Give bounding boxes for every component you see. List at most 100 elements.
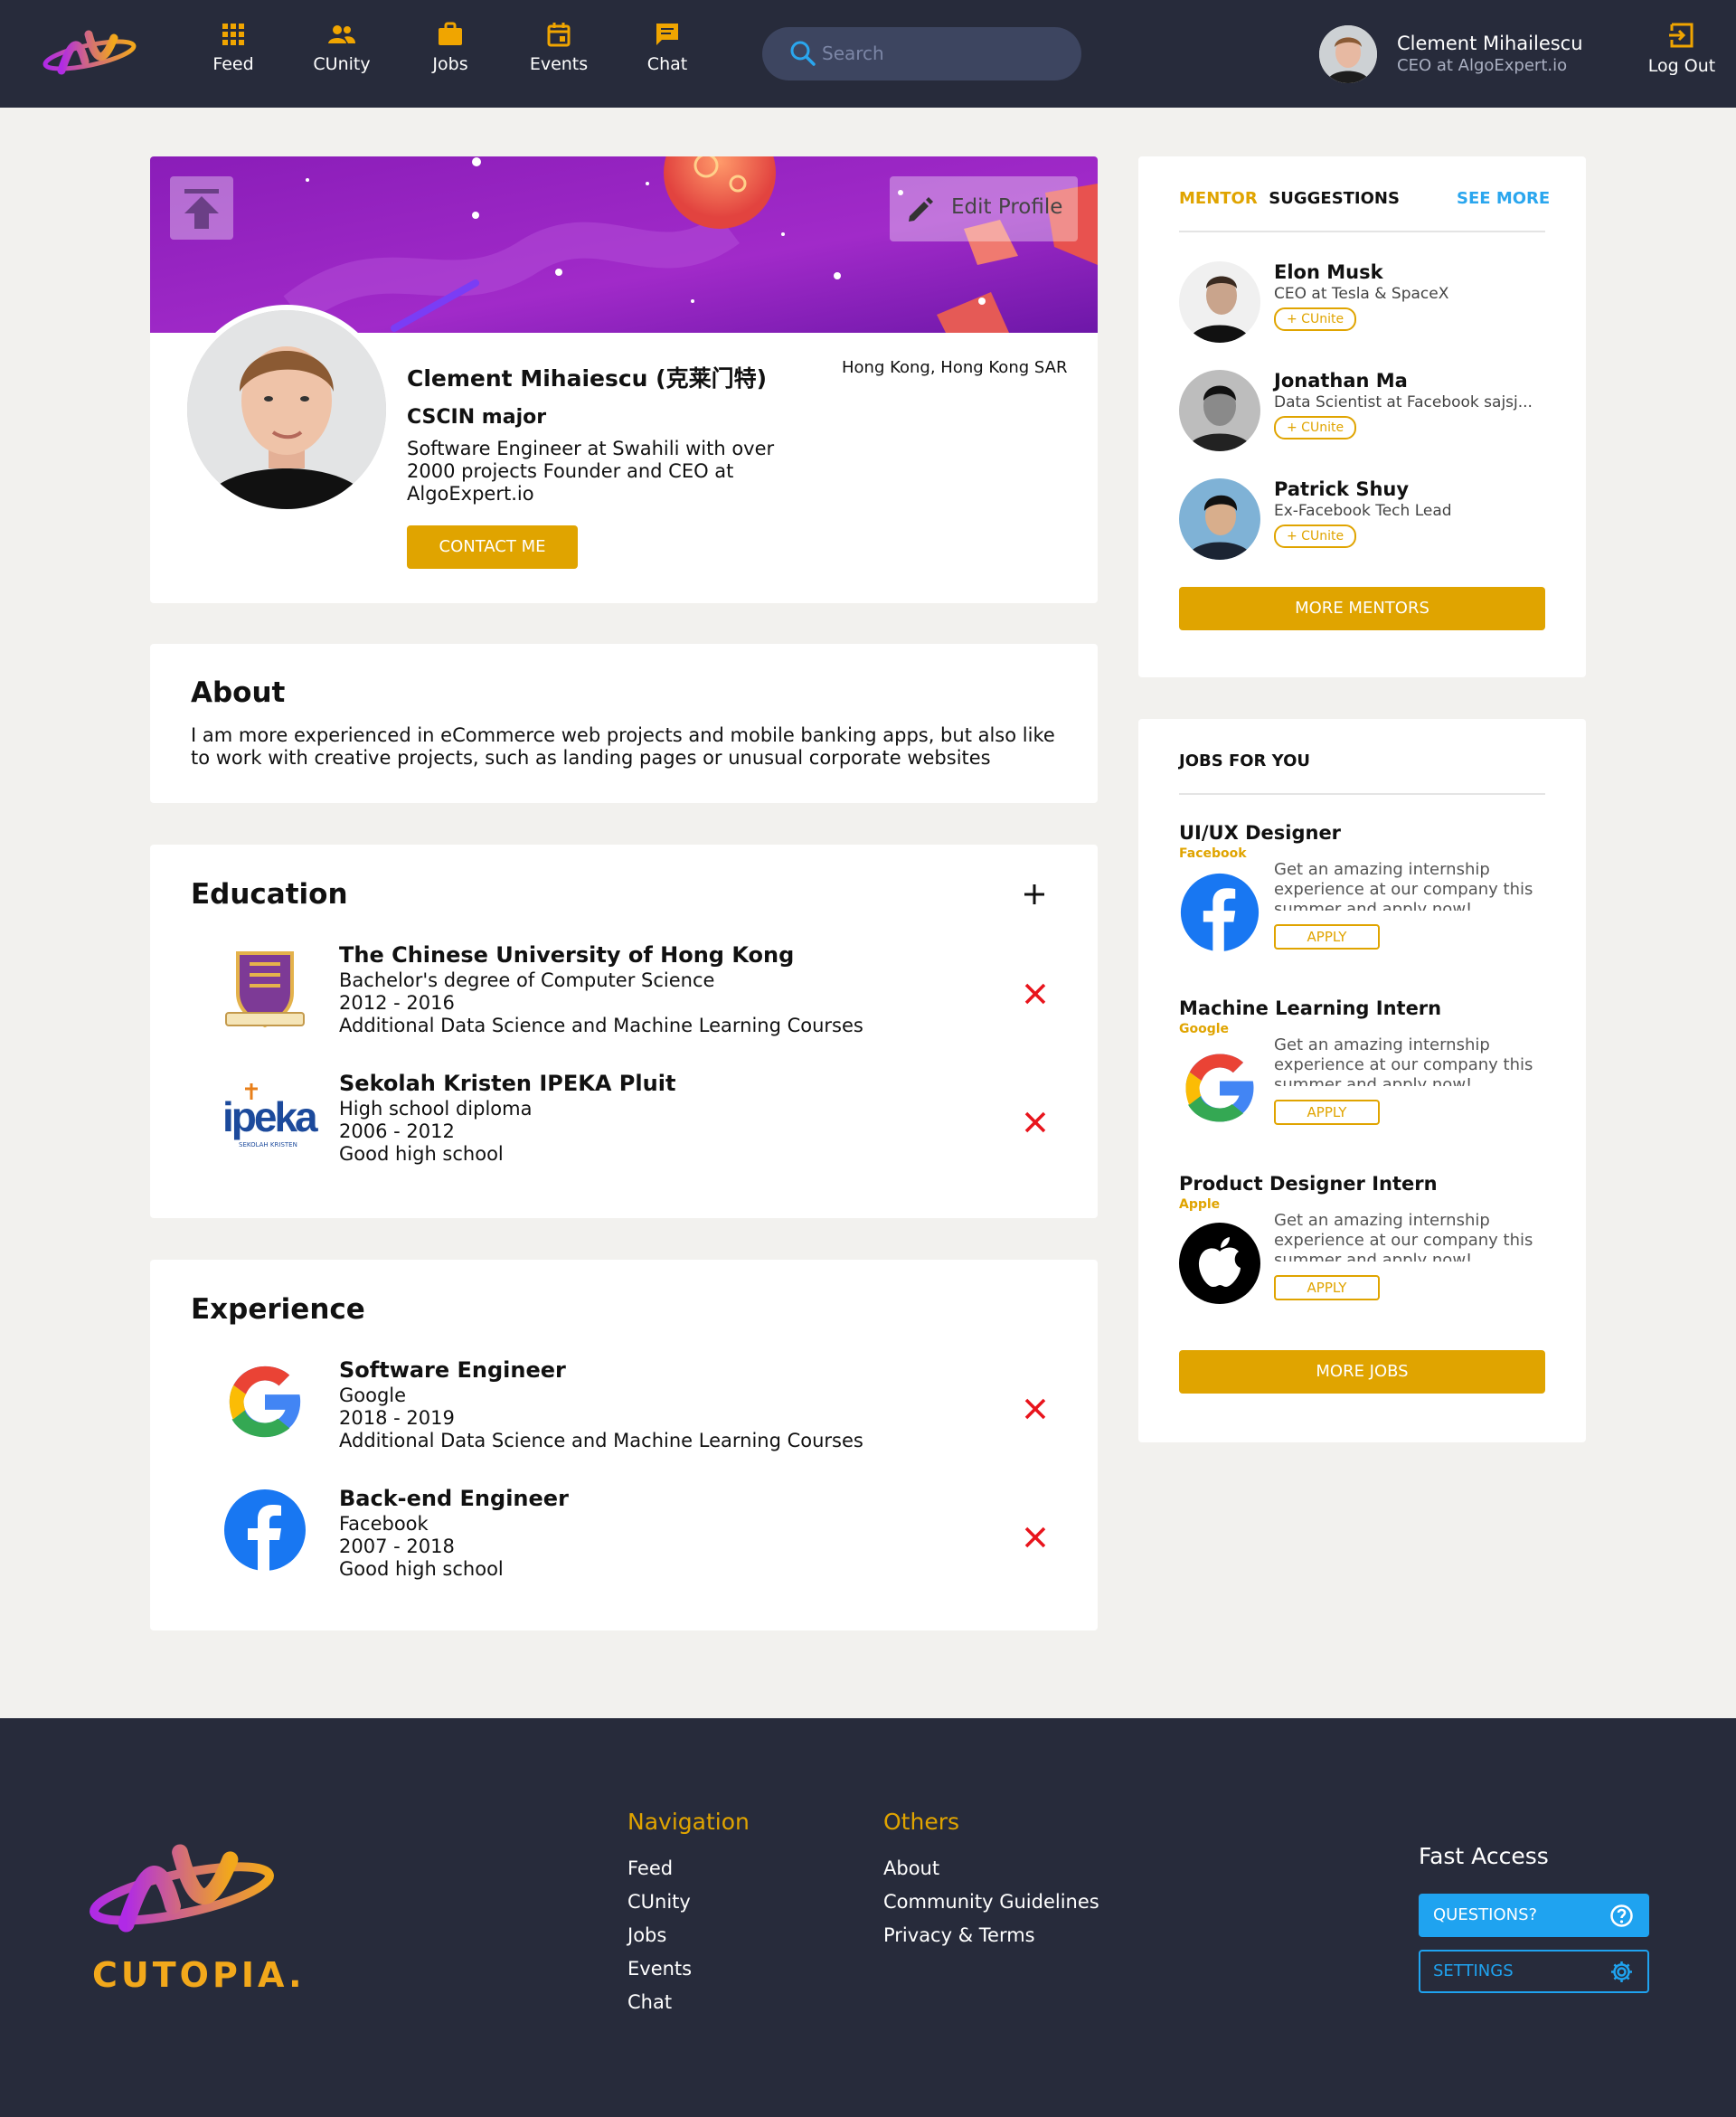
jobs-title: JOBS FOR YOU [1179, 751, 1310, 770]
footer-nav-links: Feed CUnity Jobs Events Chat [627, 1852, 692, 2019]
job-company: Facebook [1179, 846, 1247, 861]
ipeka-logo: ipeka SEKOLAH KRISTEN [222, 1082, 318, 1154]
logout-label: Log Out [1647, 56, 1716, 76]
mentor-title: Data Scientist at Facebook sajsj... [1274, 393, 1533, 411]
cutopia-logo-icon[interactable] [87, 1834, 277, 1942]
exp-note: Good high school [339, 1558, 504, 1580]
contact-me-button[interactable]: CONTACT ME [407, 525, 578, 569]
mentor-title: Ex-Facebook Tech Lead [1274, 502, 1452, 520]
footer-link-about[interactable]: About [883, 1852, 1099, 1885]
questions-button[interactable]: QUESTIONS? [1419, 1894, 1649, 1937]
nav-feed[interactable]: Feed [188, 22, 278, 74]
delete-x-icon[interactable] [1022, 980, 1049, 1007]
exp-company: Facebook [339, 1513, 429, 1535]
job-item: Product Designer Intern Apple Get an ama… [1179, 1173, 1550, 1327]
upload-icon [184, 189, 219, 229]
mentor-title: CEO at Tesla & SpaceX [1274, 285, 1449, 303]
profile-card: Edit Profile Clement Mihaiescu (克莱门特) Ho… [150, 156, 1098, 603]
chat-icon [656, 24, 678, 45]
nav-cunity[interactable]: CUnity [297, 22, 387, 74]
edu-note: Good high school [339, 1143, 504, 1165]
upload-cover-button[interactable] [170, 176, 233, 240]
delete-x-icon[interactable] [1022, 1109, 1049, 1136]
cunite-button[interactable]: + CUnite [1274, 525, 1357, 548]
exp-years: 2007 - 2018 [339, 1536, 455, 1557]
exp-role: Software Engineer [339, 1357, 566, 1383]
more-mentors-button[interactable]: MORE MENTORS [1179, 587, 1545, 630]
profile-avatar [182, 305, 392, 515]
mentor-avatar[interactable] [1179, 370, 1260, 451]
profile-location: Hong Kong, Hong Kong SAR [842, 358, 1068, 377]
job-title: Machine Learning Intern [1179, 997, 1442, 1019]
footer-link-jobs[interactable]: Jobs [627, 1919, 692, 1952]
profile-name: Clement Mihaiescu (克莱门特) [407, 365, 768, 392]
grid-icon [222, 24, 244, 45]
footer-link-cunity[interactable]: CUnity [627, 1885, 692, 1919]
nav-jobs-label: Jobs [432, 54, 468, 74]
job-item: UI/UX Designer Facebook Get an amazing i… [1179, 822, 1550, 976]
edit-profile-label: Edit Profile [951, 195, 1063, 219]
education-card: Education The Chinese University of Hong… [150, 845, 1098, 1218]
google-logo-icon [229, 1366, 301, 1438]
cuhk-crest-icon [225, 951, 305, 1028]
nav-chat[interactable]: Chat [622, 22, 712, 74]
settings-label: SETTINGS [1433, 1961, 1514, 1980]
fast-access-title: Fast Access [1419, 1843, 1549, 1869]
facebook-logo-icon [224, 1489, 306, 1573]
apply-button[interactable]: APPLY [1274, 924, 1380, 950]
education-item: The Chinese University of Hong Kong Bach… [150, 935, 1098, 1053]
about-text: I am more experienced in eCommerce web p… [191, 724, 1055, 769]
nav-events[interactable]: Events [514, 22, 604, 74]
ipeka-logo-text: ipeka [222, 1093, 318, 1140]
see-more-link[interactable]: SEE MORE [1457, 189, 1550, 208]
edu-degree: Bachelor's degree of Computer Science [339, 969, 715, 991]
settings-button[interactable]: SETTINGS [1419, 1950, 1649, 1993]
cutopia-logo-icon[interactable] [42, 25, 137, 80]
delete-x-icon[interactable] [1022, 1395, 1049, 1422]
experience-card: Experience Software Engineer Google 2018… [150, 1260, 1098, 1630]
footer-link-community-guidelines[interactable]: Community Guidelines [883, 1885, 1099, 1919]
nav-feed-label: Feed [212, 54, 254, 74]
exp-years: 2018 - 2019 [339, 1407, 455, 1429]
footer-link-privacy-terms[interactable]: Privacy & Terms [883, 1919, 1099, 1952]
calendar-icon [547, 23, 571, 47]
education-title: Education [191, 878, 348, 911]
job-title: UI/UX Designer [1179, 822, 1342, 844]
apply-button[interactable]: APPLY [1274, 1100, 1380, 1125]
edu-note: Additional Data Science and Machine Lear… [339, 1015, 863, 1036]
footer-link-events[interactable]: Events [627, 1952, 692, 1986]
briefcase-icon [439, 22, 462, 45]
add-education-plus-icon[interactable] [1023, 883, 1046, 906]
nav-events-label: Events [529, 54, 589, 74]
mentor-item: Elon Musk CEO at Tesla & SpaceX + CUnite [1179, 261, 1550, 348]
footer-others-title: Others [883, 1809, 960, 1835]
mentor-avatar[interactable] [1179, 261, 1260, 343]
mentor-name: Jonathan Ma [1274, 370, 1408, 392]
cunite-button[interactable]: + CUnite [1274, 307, 1357, 331]
footer-link-feed[interactable]: Feed [627, 1852, 692, 1885]
job-item: Machine Learning Intern Google Get an am… [1179, 997, 1550, 1151]
footer: CUTOPIA. Navigation Feed CUnity Jobs Eve… [0, 1718, 1736, 2117]
more-jobs-button[interactable]: MORE JOBS [1179, 1350, 1545, 1394]
experience-title: Experience [191, 1293, 365, 1326]
mentor-avatar[interactable] [1179, 478, 1260, 560]
cunite-button[interactable]: + CUnite [1274, 416, 1357, 439]
exp-company: Google [339, 1385, 407, 1406]
exp-role: Back-end Engineer [339, 1486, 569, 1511]
edit-profile-button[interactable]: Edit Profile [890, 176, 1078, 241]
footer-link-chat[interactable]: Chat [627, 1986, 692, 2019]
nav-jobs[interactable]: Jobs [405, 22, 495, 74]
search-input[interactable]: Search [762, 27, 1081, 80]
footer-nav-title: Navigation [627, 1809, 750, 1835]
edu-school: Sekolah Kristen IPEKA Pluit [339, 1071, 676, 1096]
delete-x-icon[interactable] [1022, 1524, 1049, 1551]
logout-button[interactable]: Log Out [1638, 22, 1725, 76]
job-company: Google [1179, 1022, 1230, 1036]
user-avatar[interactable] [1319, 25, 1377, 83]
apply-button[interactable]: APPLY [1274, 1275, 1380, 1300]
mentor-name: Patrick Shuy [1274, 478, 1410, 500]
about-card: About I am more experienced in eCommerce… [150, 644, 1098, 803]
job-company: Apple [1179, 1197, 1221, 1212]
gear-icon [1611, 1961, 1632, 1982]
mentor-title-accent: MENTOR [1179, 189, 1258, 208]
